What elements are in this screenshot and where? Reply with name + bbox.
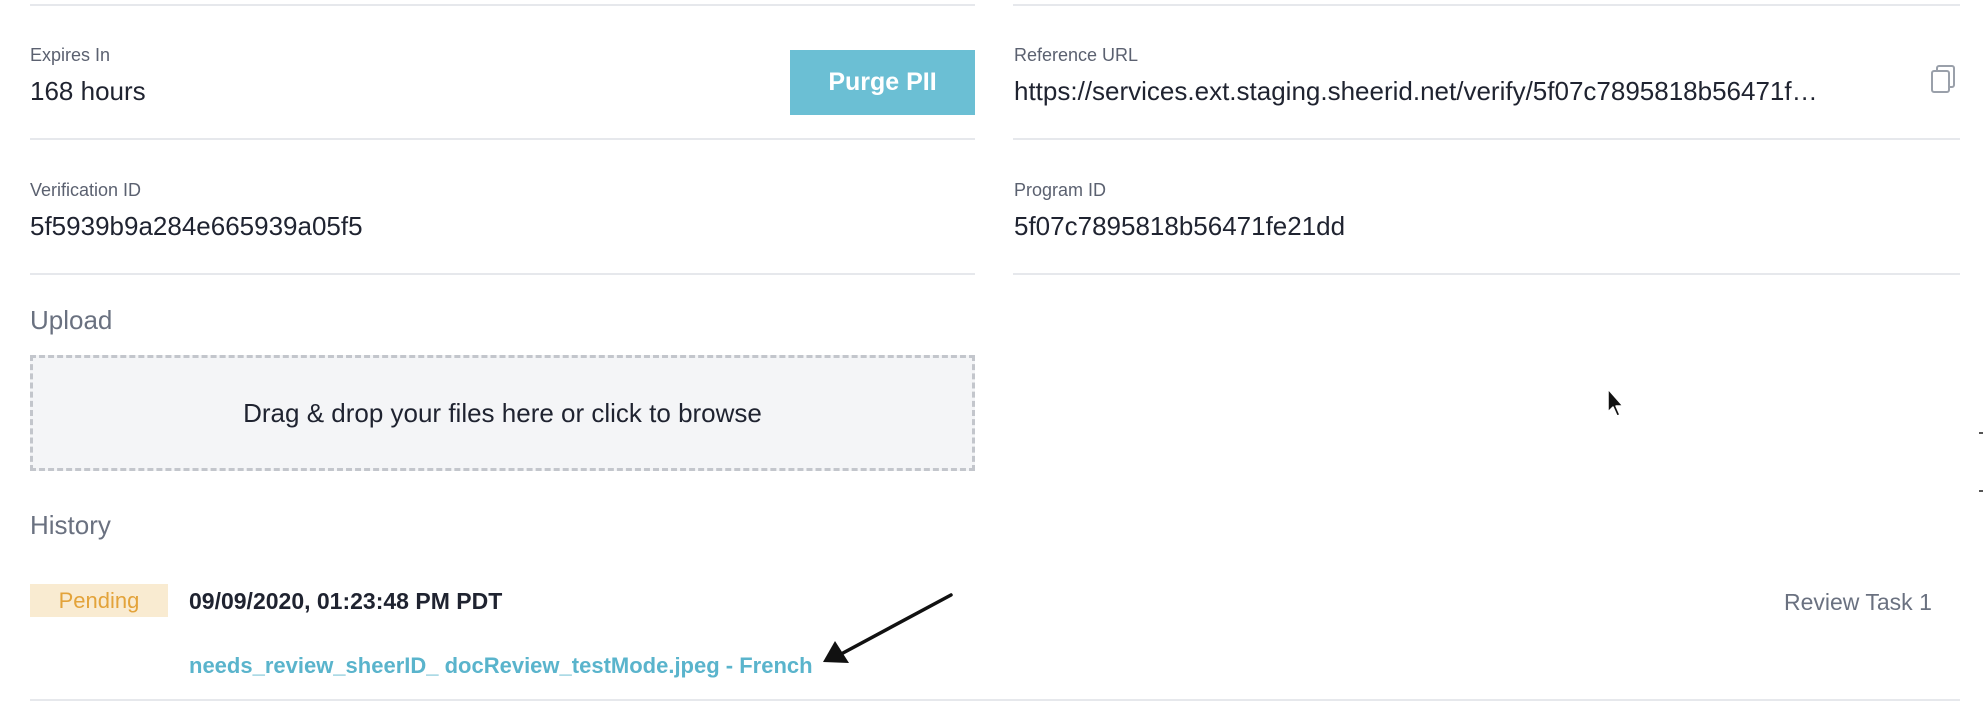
status-badge-pending: Pending (30, 584, 168, 617)
divider (30, 699, 1960, 701)
upload-dropzone[interactable]: Drag & drop your files here or click to … (30, 355, 975, 471)
history-file-link[interactable]: needs_review_sheerID_ docReview_testMode… (189, 653, 813, 679)
divider (30, 273, 975, 275)
review-task-link[interactable]: Review Task 1 (1784, 589, 1932, 616)
divider (30, 138, 975, 140)
history-title: History (30, 510, 111, 540)
divider (1013, 4, 1960, 6)
expires-label: Expires In (30, 45, 111, 65)
history-timestamp: 09/09/2020, 01:23:48 PM PDT (189, 588, 503, 614)
copy-icon[interactable] (1929, 64, 1957, 94)
divider (30, 4, 975, 6)
edge-mark (1979, 432, 1983, 434)
verification-id-label: Verification ID (30, 180, 142, 200)
edge-mark (1979, 490, 1983, 492)
expires-value: 168 hours (30, 76, 146, 106)
purge-pii-button[interactable]: Purge PII (790, 50, 975, 115)
verification-id-value: 5f5939b9a284e665939a05f5 (30, 211, 363, 241)
mouse-pointer-icon (1606, 388, 1626, 418)
program-id-label: Program ID (1014, 180, 1107, 200)
divider (1013, 273, 1960, 275)
arrow-icon (815, 590, 975, 665)
dropzone-text: Drag & drop your files here or click to … (243, 397, 762, 428)
reference-url-label: Reference URL (1014, 45, 1139, 65)
upload-title: Upload (30, 305, 113, 335)
divider (1013, 138, 1960, 140)
reference-url-value: https://services.ext.staging.sheerid.net… (1014, 76, 1818, 106)
program-id-value: 5f07c7895818b56471fe21dd (1014, 211, 1346, 241)
